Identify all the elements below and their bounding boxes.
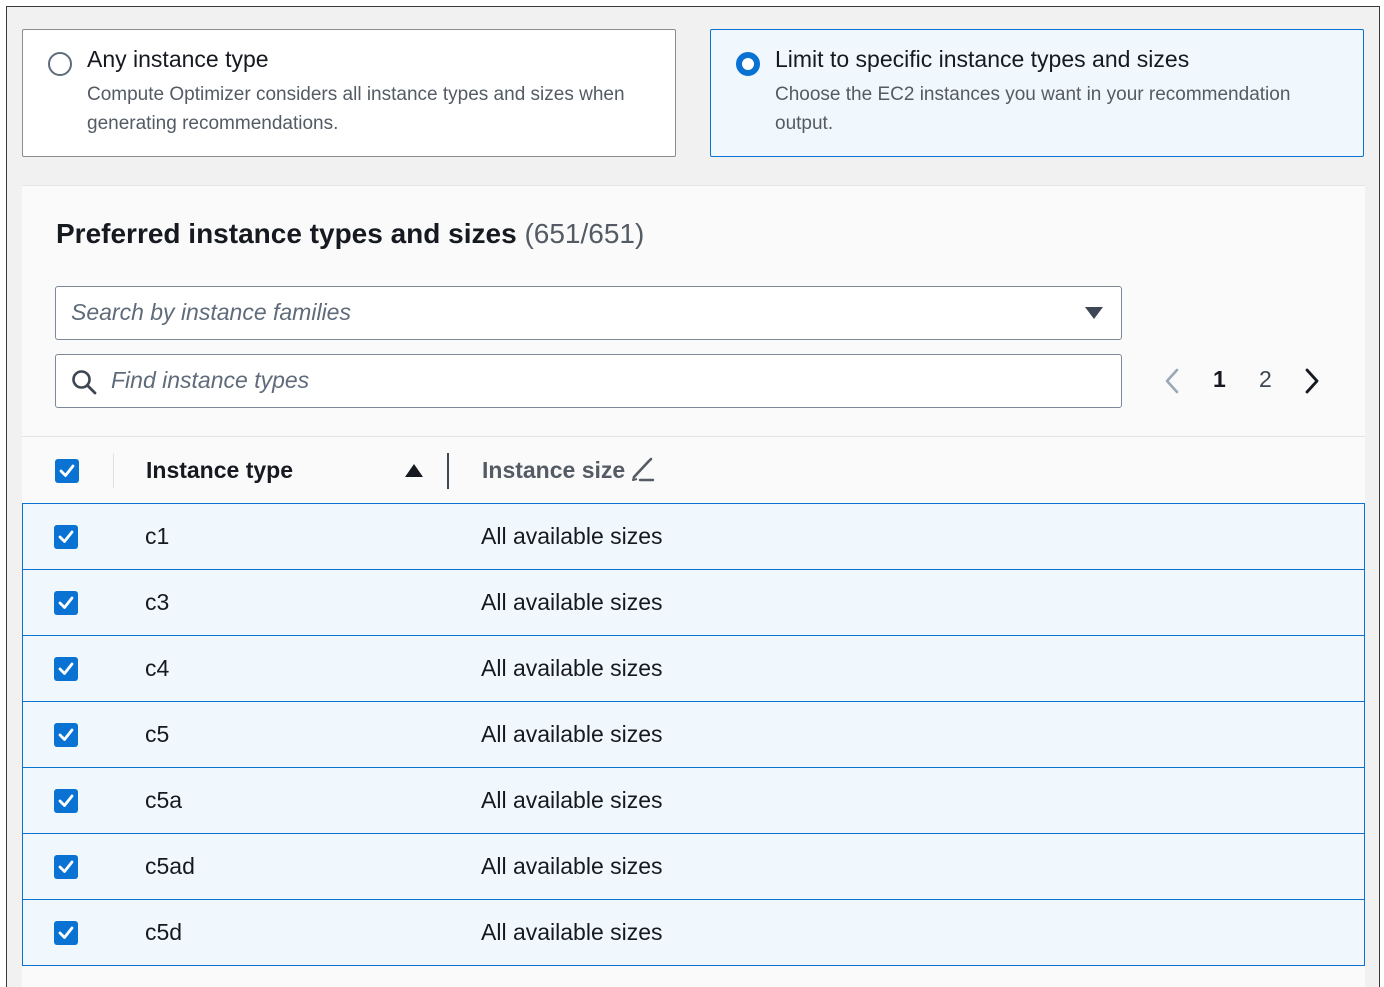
column-divider: [113, 454, 114, 488]
option-description: Compute Optimizer considers all instance…: [87, 84, 625, 134]
find-input-placeholder: Find instance types: [111, 367, 310, 393]
checkmark-icon: [58, 530, 74, 543]
chevron-left-icon[interactable]: [1162, 367, 1182, 395]
checkmark-icon: [58, 926, 74, 939]
table-row[interactable]: c5a All available sizes: [22, 766, 1365, 834]
panel-count: (651/651): [524, 218, 645, 249]
checkmark-icon: [58, 860, 74, 873]
cell-instance-size: All available sizes: [481, 852, 663, 879]
instance-family-select[interactable]: Search by instance families: [55, 286, 1122, 340]
column-header-instance-size: Instance size: [482, 457, 626, 483]
row-checkbox[interactable]: [54, 590, 78, 615]
cell-instance-type: c4: [145, 654, 170, 681]
family-select-placeholder: Search by instance families: [71, 299, 351, 325]
caret-down-icon: [1085, 307, 1103, 319]
cell-instance-size: All available sizes: [481, 654, 663, 681]
preferred-instances-panel: Preferred instance types and sizes (651/…: [22, 185, 1365, 987]
cell-instance-size: All available sizes: [481, 786, 663, 813]
row-checkbox[interactable]: [54, 920, 78, 945]
page-1-button[interactable]: 1: [1213, 366, 1226, 393]
search-icon: [72, 370, 97, 395]
page-2-button[interactable]: 2: [1259, 366, 1272, 393]
cell-instance-size: All available sizes: [481, 588, 663, 615]
table-row[interactable]: c5d All available sizes: [22, 898, 1365, 966]
checkmark-icon: [58, 596, 74, 609]
cell-instance-type: c1: [145, 522, 170, 549]
cell-instance-size: All available sizes: [481, 918, 663, 945]
radio-limit-specific[interactable]: [736, 52, 760, 76]
cell-instance-size: All available sizes: [481, 522, 663, 549]
row-checkbox[interactable]: [54, 788, 78, 813]
radio-any-instance-type[interactable]: [48, 52, 72, 76]
option-title: Limit to specific instance types and siz…: [775, 46, 1190, 72]
cell-instance-type: c3: [145, 588, 170, 615]
row-checkbox[interactable]: [54, 656, 78, 681]
option-description: Choose the EC2 instances you want in you…: [775, 84, 1291, 134]
column-header-instance-type[interactable]: Instance type: [146, 457, 293, 484]
panel-title-text: Preferred instance types and sizes: [56, 218, 517, 249]
option-limit-specific[interactable]: Limit to specific instance types and siz…: [710, 29, 1364, 157]
cell-instance-type: c5a: [145, 786, 183, 813]
table-row[interactable]: c4 All available sizes: [22, 634, 1365, 702]
cell-instance-type: c5ad: [145, 852, 195, 879]
cell-instance-size: All available sizes: [481, 720, 663, 747]
sort-ascending-icon[interactable]: [405, 464, 423, 477]
option-any-instance-type[interactable]: Any instance type Compute Optimizer cons…: [22, 29, 676, 157]
row-checkbox[interactable]: [54, 722, 78, 747]
checkmark-icon: [59, 464, 75, 477]
table-row[interactable]: c1 All available sizes: [22, 502, 1365, 570]
checkmark-icon: [58, 662, 74, 675]
cell-instance-type: c5: [145, 720, 170, 747]
column-resize-handle[interactable]: [447, 453, 449, 489]
row-checkbox[interactable]: [54, 854, 78, 879]
instance-types-table: Instance type Instance size c1 All availa…: [22, 436, 1365, 966]
window-frame: Any instance type Compute Optimizer cons…: [6, 6, 1380, 987]
cell-instance-type: c5d: [145, 918, 183, 945]
checkmark-icon: [58, 728, 74, 741]
table-header: Instance type Instance size: [22, 436, 1365, 504]
row-checkbox[interactable]: [54, 524, 78, 549]
table-row[interactable]: c5ad All available sizes: [22, 832, 1365, 900]
pagination: 1 2: [1162, 366, 1342, 396]
chevron-right-icon[interactable]: [1302, 367, 1322, 395]
panel-title: Preferred instance types and sizes (651/…: [56, 218, 644, 250]
pencil-icon: [632, 457, 655, 482]
select-all-checkbox[interactable]: [55, 459, 79, 483]
find-instance-types-input[interactable]: Find instance types: [55, 354, 1122, 408]
option-title: Any instance type: [87, 46, 269, 72]
checkmark-icon: [58, 794, 74, 807]
table-row[interactable]: c5 All available sizes: [22, 700, 1365, 768]
table-row[interactable]: c3 All available sizes: [22, 568, 1365, 636]
